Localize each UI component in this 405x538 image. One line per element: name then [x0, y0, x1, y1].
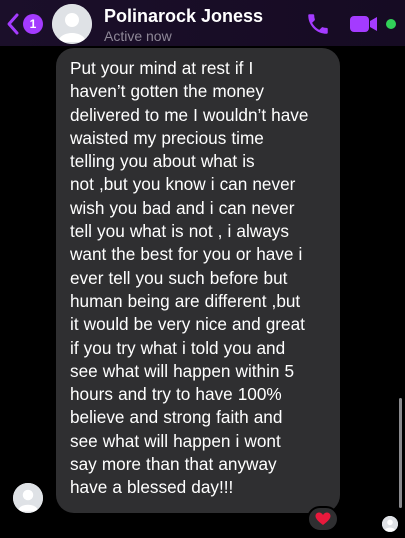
default-avatar-icon: [382, 516, 398, 532]
heart-icon: [315, 512, 331, 525]
phone-icon[interactable]: [305, 11, 331, 37]
read-receipt-avatar: [382, 516, 398, 532]
scrollbar[interactable]: [399, 398, 402, 508]
default-avatar-icon: [13, 483, 43, 513]
active-status: Active now: [104, 28, 172, 44]
default-avatar-icon: [52, 4, 92, 44]
contact-name[interactable]: Polinarock Joness: [104, 6, 263, 27]
unread-count-badge: 1: [23, 14, 43, 34]
message-bubble[interactable]: Put your mind at rest if I haven’t gotte…: [56, 48, 340, 513]
video-camera-icon[interactable]: [350, 15, 378, 33]
contact-avatar[interactable]: [52, 4, 92, 44]
chat-header: 1 Polinarock Joness Active now: [0, 0, 405, 46]
back-button[interactable]: 1: [6, 12, 46, 36]
sender-avatar[interactable]: [13, 483, 43, 513]
heart-reaction[interactable]: [307, 506, 339, 532]
message-text: Put your mind at rest if I haven’t gotte…: [70, 58, 309, 498]
online-indicator: [386, 19, 396, 29]
back-chevron-icon: [7, 13, 19, 35]
